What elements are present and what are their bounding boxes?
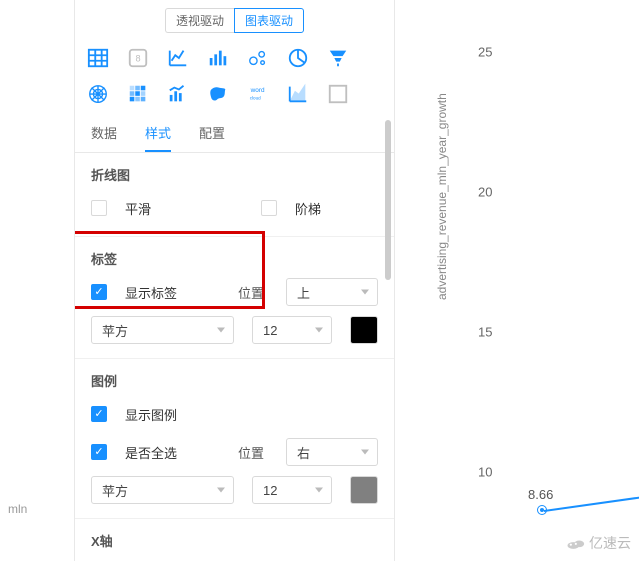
section-legend-title: 图例 (91, 371, 378, 390)
step-checkbox[interactable] (261, 200, 277, 216)
china-map-icon[interactable] (207, 83, 229, 105)
show-legend-text: 显示图例 (125, 405, 185, 424)
tab-config[interactable]: 配置 (199, 123, 225, 152)
heatmap-chart-icon[interactable] (127, 83, 149, 105)
label-position-label: 位置 (238, 283, 264, 302)
section-xaxis-title: X轴 (91, 531, 378, 550)
chart-preview: 25 20 15 10 advertising_revenue_mln_year… (395, 0, 639, 561)
watermark: 亿速云 (565, 533, 631, 553)
ytick-20: 20 (478, 185, 492, 200)
section-legend: 图例 显示图例 是否全选 位置 右 苹方 12 (75, 359, 394, 519)
smooth-checkbox[interactable] (91, 200, 107, 216)
label-fontsize-select[interactable]: 12 (252, 316, 332, 344)
blank-chart-icon[interactable] (327, 83, 349, 105)
y-axis-label: advertising_revenue_mln_year_growth (435, 93, 449, 300)
select-all-checkbox[interactable] (91, 444, 107, 460)
section-line: 折线图 平滑 阶梯 (75, 153, 394, 237)
drive-mode-segmented: 透视驱动 图表驱动 (165, 8, 304, 33)
label-position-select[interactable]: 上 (286, 278, 378, 306)
chart-drive-button[interactable]: 图表驱动 (234, 8, 304, 33)
section-xaxis: X轴 显示坐标轴 坐标轴反转 实线 1 显示标签文字 (75, 519, 394, 561)
ytick-15: 15 (478, 325, 492, 340)
radar-chart-icon[interactable] (87, 83, 109, 105)
wordcloud-chart-icon[interactable]: word cloud (247, 83, 269, 105)
svg-text:8: 8 (135, 54, 140, 64)
line-segment (544, 495, 639, 512)
pie-chart-icon[interactable] (287, 47, 309, 69)
legend-color-swatch[interactable] (350, 476, 378, 504)
ytick-25: 25 (478, 45, 492, 60)
section-label: 标签 显示标签 位置 上 苹方 12 (75, 237, 394, 359)
show-label-checkbox[interactable] (91, 284, 107, 300)
table-chart-icon[interactable] (87, 47, 109, 69)
step-label: 阶梯 (295, 199, 355, 218)
ytick-10: 10 (478, 465, 492, 480)
indicator-chart-icon[interactable]: 8 (127, 47, 149, 69)
legend-position-select[interactable]: 右 (286, 438, 378, 466)
svg-text:cloud: cloud (250, 96, 261, 101)
show-label-text: 显示标签 (125, 283, 185, 302)
show-legend-checkbox[interactable] (91, 406, 107, 422)
bar-chart-icon[interactable] (207, 47, 229, 69)
label-color-swatch[interactable] (350, 316, 378, 344)
legend-fontsize-select[interactable]: 12 (252, 476, 332, 504)
legend-position-label: 位置 (238, 443, 264, 462)
label-font-select[interactable]: 苹方 (91, 316, 234, 344)
data-label-0: 8.66 (528, 487, 553, 502)
svg-text:word: word (250, 87, 265, 94)
smooth-label: 平滑 (125, 199, 185, 218)
area-chart-icon[interactable] (287, 83, 309, 105)
line-chart-icon[interactable] (167, 47, 189, 69)
select-all-text: 是否全选 (125, 443, 185, 462)
combo-chart-icon[interactable] (167, 83, 189, 105)
tab-style[interactable]: 样式 (145, 123, 171, 152)
left-metric-label: mln (8, 502, 27, 516)
panel-scrollbar[interactable] (383, 0, 393, 561)
tab-data[interactable]: 数据 (91, 123, 117, 152)
funnel-chart-icon[interactable] (327, 47, 349, 69)
perspective-drive-button[interactable]: 透视驱动 (165, 8, 234, 33)
legend-font-select[interactable]: 苹方 (91, 476, 234, 504)
section-label-title: 标签 (91, 249, 378, 268)
config-panel: 透视驱动 图表驱动 8 word cloud 数据 样式 配置 折线图 平滑 阶梯 (75, 0, 395, 561)
section-line-title: 折线图 (91, 165, 378, 184)
bubble-chart-icon[interactable] (247, 47, 269, 69)
